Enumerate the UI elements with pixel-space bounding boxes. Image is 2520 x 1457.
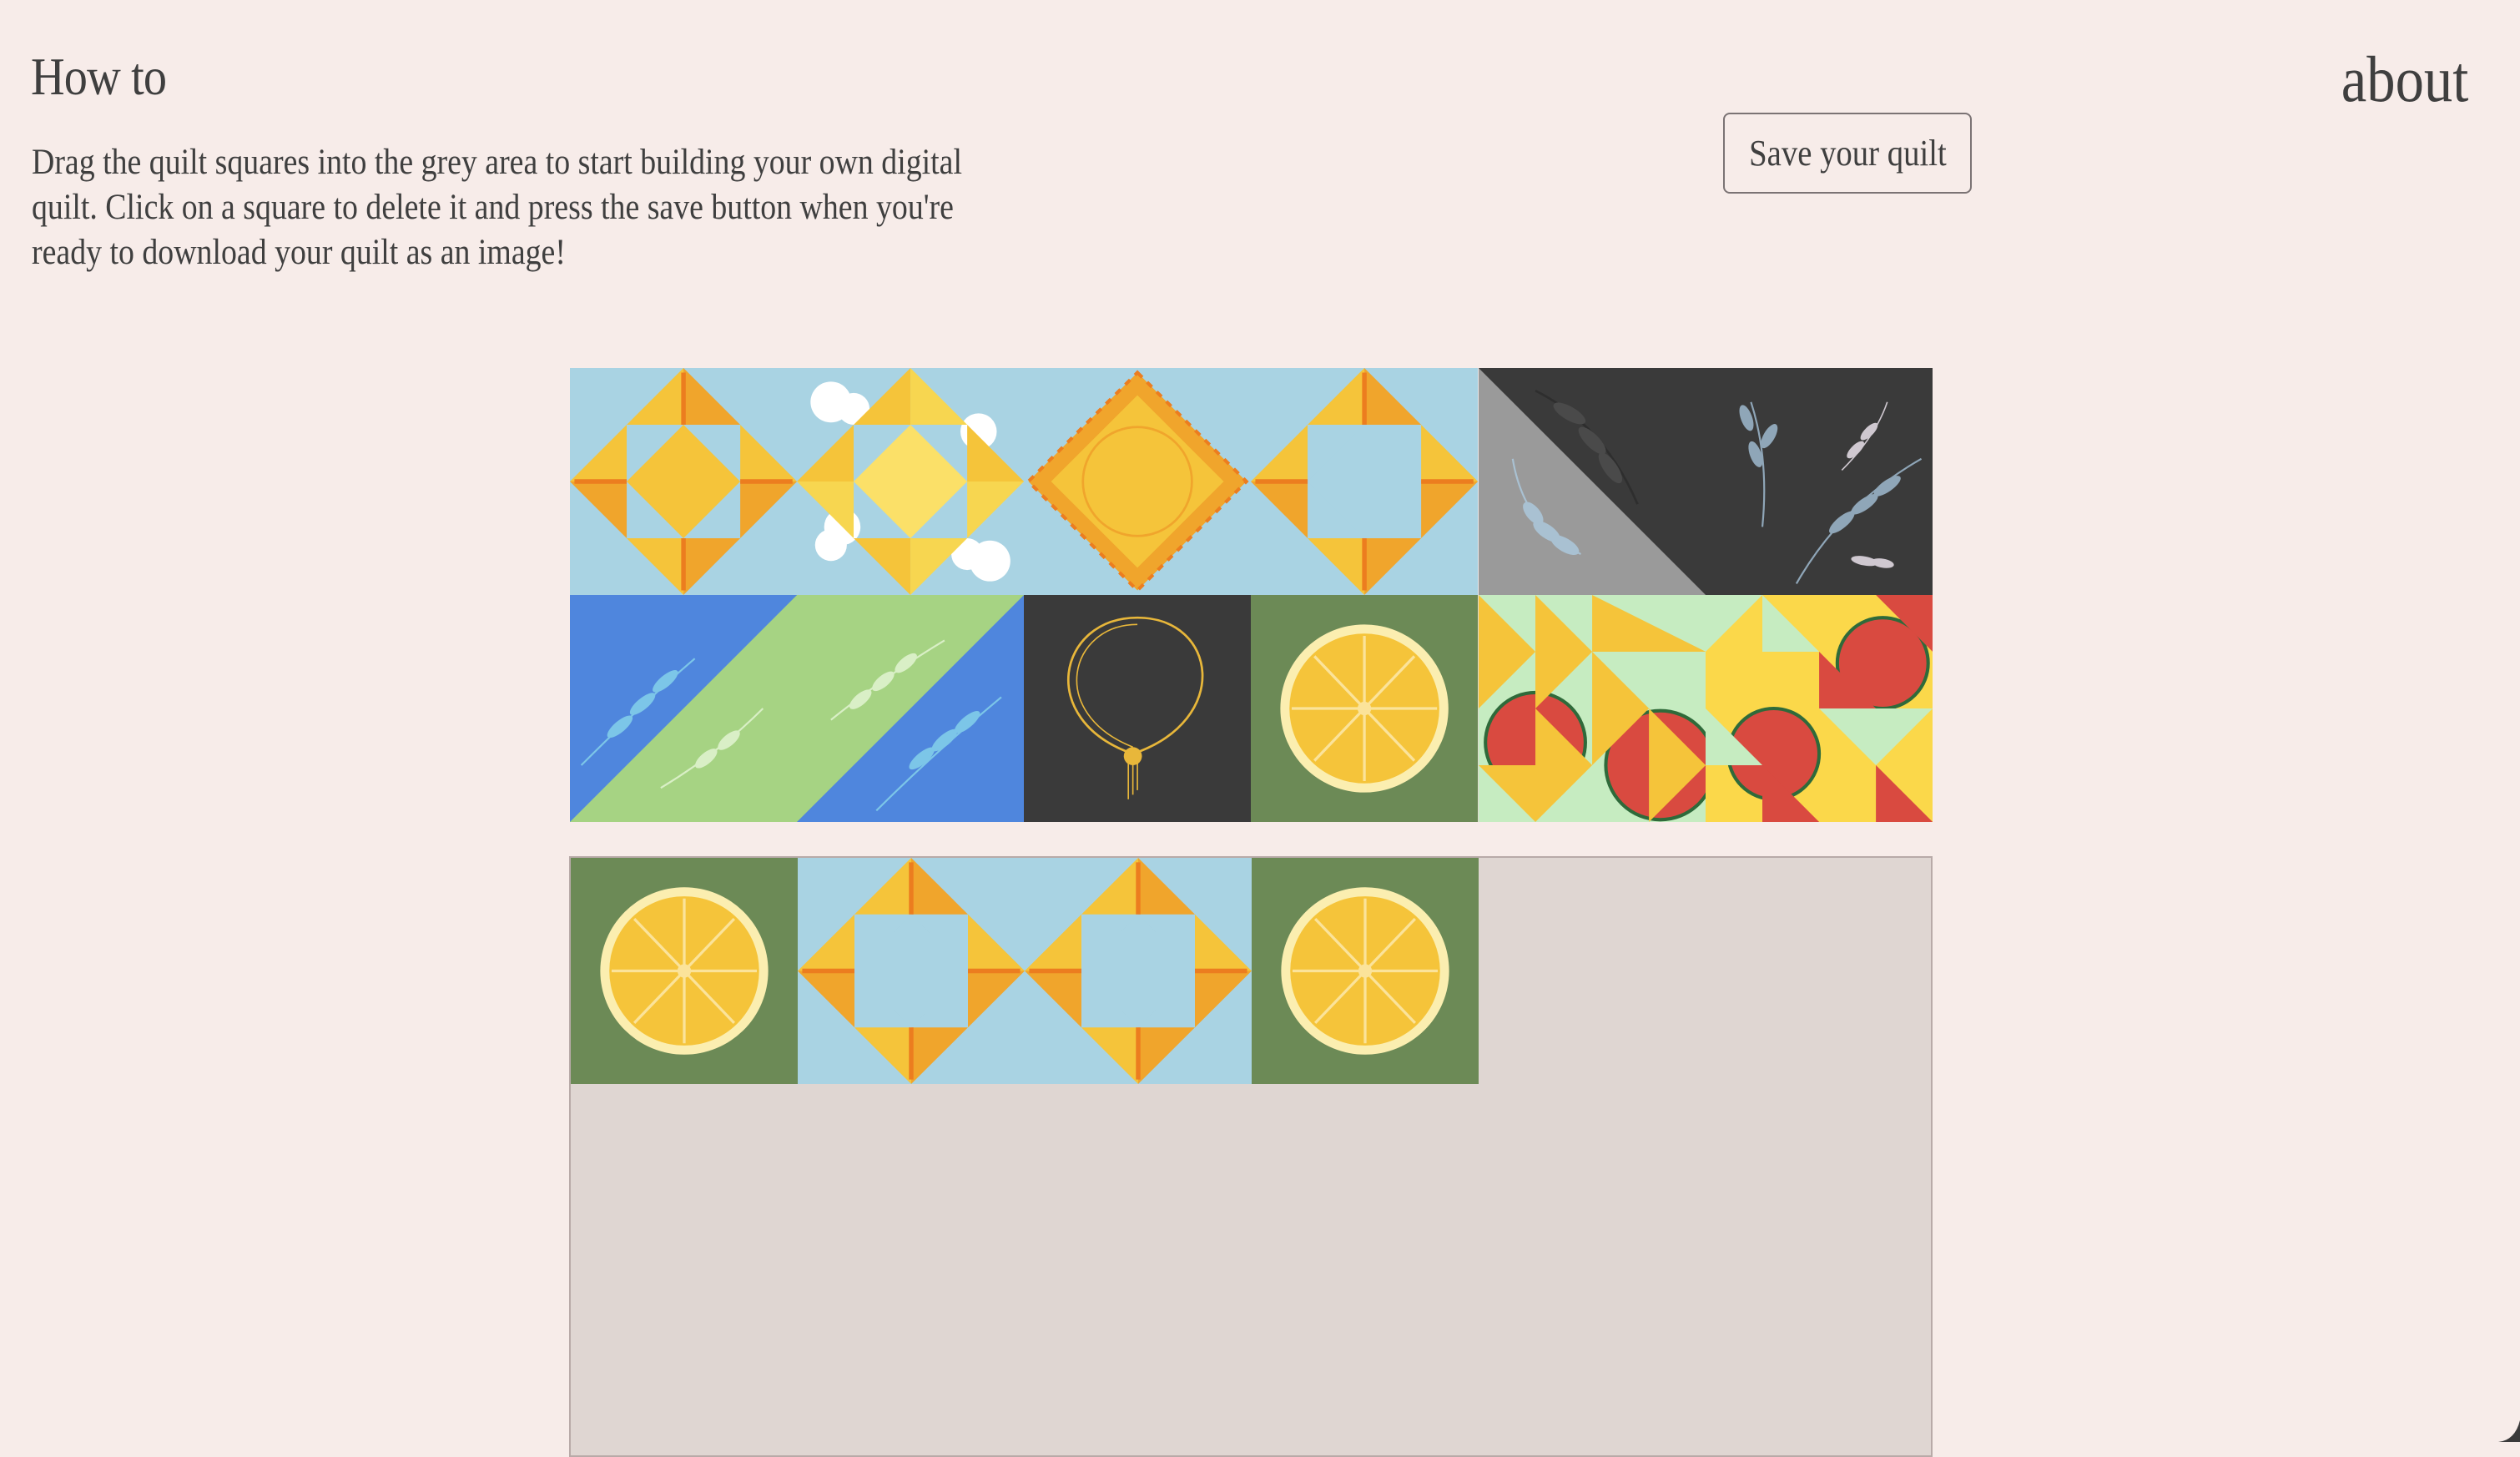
page-title: How to [31, 47, 167, 106]
necklace-tile[interactable] [1024, 595, 1252, 822]
blue-green-leaf-tile[interactable] [570, 595, 798, 822]
sun-star-icon [1025, 858, 1252, 1084]
about-link[interactable]: about [2341, 42, 2468, 117]
watermelon-pinwheel-icon [1705, 595, 1933, 822]
save-quilt-label: Save your quilt [1748, 133, 1947, 174]
grey-leaf-icon [1478, 368, 1706, 595]
quilt-square-palette [570, 368, 1933, 822]
lemon-icon [571, 858, 798, 1084]
sun-star-icon [798, 858, 1025, 1084]
quilt-board-row [571, 858, 1479, 1084]
dark-leaves-icon [1705, 368, 1933, 595]
green-blue-leaf-icon [797, 595, 1025, 822]
sun-star-icon [1251, 368, 1479, 595]
placed-lemon-tile[interactable] [571, 858, 798, 1084]
lemon-icon [1252, 858, 1479, 1084]
watermelon-triangles-icon [1478, 595, 1706, 822]
sun-star-icon [570, 368, 798, 595]
green-blue-leaf-tile[interactable] [797, 595, 1025, 822]
placed-lemon-tile[interactable] [1252, 858, 1479, 1084]
sun-star-tile[interactable] [1251, 368, 1479, 595]
placed-sun-star-tile[interactable] [1025, 858, 1252, 1084]
instructions-text: Drag the quilt squares into the grey are… [32, 143, 962, 272]
grey-leaf-tile[interactable] [1478, 368, 1706, 595]
sun-diamond-tile[interactable] [1024, 368, 1252, 595]
window-corner-icon [2498, 1420, 2520, 1442]
cloud-star-icon [797, 368, 1025, 595]
watermelon-pinwheel-tile[interactable] [1705, 595, 1933, 822]
placed-sun-star-tile[interactable] [798, 858, 1025, 1084]
dark-leaves-tile[interactable] [1705, 368, 1933, 595]
cloud-star-tile[interactable] [797, 368, 1025, 595]
blue-green-leaf-icon [570, 595, 798, 822]
sun-star-tile[interactable] [570, 368, 798, 595]
save-quilt-button[interactable]: Save your quilt [1723, 113, 1972, 194]
watermelon-triangles-tile[interactable] [1478, 595, 1706, 822]
quilt-board[interactable] [569, 856, 1933, 1457]
necklace-icon [1024, 595, 1252, 822]
lemon-tile[interactable] [1251, 595, 1479, 822]
sun-diamond-icon [1024, 368, 1252, 595]
lemon-icon [1251, 595, 1479, 822]
